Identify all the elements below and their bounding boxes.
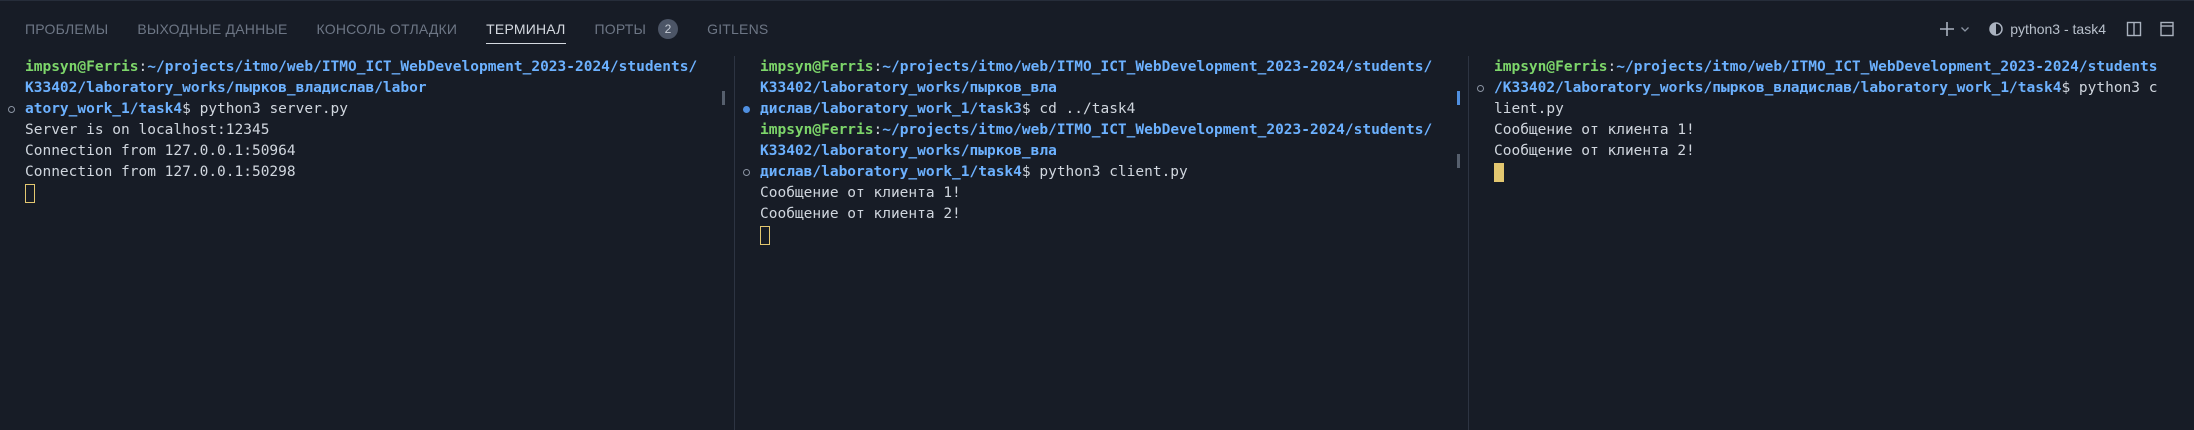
panel-actions: python3 - task4 [1938,1,2194,57]
chevron-down-icon[interactable] [1960,24,1970,34]
active-terminal-name[interactable]: python3 - task4 [2010,21,2106,37]
command-text: $ python3 c [2061,80,2158,96]
tab-problems[interactable]: ПРОБЛЕМЫ [25,1,108,57]
prompt-path: K33402/laboratory_works/пырков_вла [760,80,1057,96]
prompt-user: impsyn@Ferris [760,59,874,75]
terminal-pane-client-1[interactable]: impsyn@Ferris:~/projects/itmo/web/ITMO_I… [734,56,1468,430]
prompt-separator: : [138,59,148,75]
prompt-line: atory_work_1/task4$ python3 server.py [0,99,734,120]
tab-label: ВЫХОДНЫЕ ДАННЫЕ [137,21,288,37]
prompt-line: K33402/laboratory_works/пырков_вла [735,141,1468,162]
prompt-user: impsyn@Ferris [25,59,139,75]
command-decoration-icon[interactable] [743,106,750,113]
prompt-path: atory_work_1/task4 [25,101,183,117]
output-line: Сообщение от клиента 2! [760,206,961,222]
prompt-separator: : [1607,59,1617,75]
prompt-line: impsyn@Ferris:~/projects/itmo/web/ITMO_I… [1469,57,2194,78]
terminal-python-icon [1988,21,2004,37]
maximize-panel-icon[interactable] [2160,21,2174,37]
prompt-path: ~/projects/itmo/web/ITMO_ICT_WebDevelopm… [882,122,1433,138]
prompt-line: impsyn@Ferris:~/projects/itmo/web/ITMO_I… [735,120,1468,141]
prompt-line: дислав/laboratory_work_1/task3$ cd ../ta… [735,99,1468,120]
prompt-path: K33402/laboratory_works/пырков_владислав… [25,80,427,96]
command-wrap-line: lient.py [1494,101,1564,117]
prompt-path: дислав/laboratory_work_1/task4 [760,164,1022,180]
command-text: $ python3 client.py [1021,164,1188,180]
prompt-line: impsyn@Ferris:~/projects/itmo/web/ITMO_I… [0,57,734,78]
output-line: Server is on localhost:12345 [25,122,270,138]
tab-label: ТЕРМИНАЛ [486,21,566,37]
prompt-path: дислав/laboratory_work_1/task3 [760,101,1022,117]
tab-debug-console[interactable]: КОНСОЛЬ ОТЛАДКИ [317,1,458,57]
output-line: Connection from 127.0.0.1:50964 [25,143,296,159]
prompt-user: impsyn@Ferris [1494,59,1608,75]
terminal-pane-server[interactable]: impsyn@Ferris:~/projects/itmo/web/ITMO_I… [0,56,734,430]
tab-label: КОНСОЛЬ ОТЛАДКИ [316,21,458,37]
prompt-separator: : [873,59,883,75]
prompt-line: K33402/laboratory_works/пырков_владислав… [0,78,734,99]
prompt-line: /K33402/laboratory_works/пырков_владисла… [1469,78,2194,99]
output-line: Connection from 127.0.0.1:50298 [25,164,296,180]
prompt-separator: : [873,122,883,138]
command-text: $ python3 server.py [182,101,349,117]
tab-gitlens[interactable]: GITLENS [707,1,768,57]
terminal-cursor [760,226,770,245]
tab-ports[interactable]: ПОРТЫ 2 [595,1,679,57]
panel-tabs: ПРОБЛЕМЫ ВЫХОДНЫЕ ДАННЫЕ КОНСОЛЬ ОТЛАДКИ… [25,1,797,57]
output-line: Сообщение от клиента 1! [760,185,961,201]
output-line: Сообщение от клиента 2! [1494,143,1695,159]
scroll-marker [722,91,725,105]
command-decoration-icon[interactable] [1477,85,1484,92]
split-terminal-icon[interactable] [2126,21,2142,37]
tab-label: ПРОБЛЕМЫ [25,21,109,37]
output-line: Сообщение от клиента 1! [1494,122,1695,138]
prompt-path: ~/projects/itmo/web/ITMO_ICT_WebDevelopm… [1616,59,2158,75]
scroll-marker [1457,91,1460,105]
command-text: $ cd ../task4 [1021,101,1136,117]
prompt-path: ~/projects/itmo/web/ITMO_ICT_WebDevelopm… [147,59,698,75]
tab-terminal[interactable]: ТЕРМИНАЛ [486,1,566,57]
plus-icon[interactable] [1938,20,1956,38]
tab-output[interactable]: ВЫХОДНЫЕ ДАННЫЕ [137,1,287,57]
tab-label: ПОРТЫ [594,21,647,37]
terminal-cursor [25,184,35,203]
ports-count-badge: 2 [658,19,679,39]
prompt-path: /K33402/laboratory_works/пырков_владисла… [1494,80,2062,96]
prompt-line: impsyn@Ferris:~/projects/itmo/web/ITMO_I… [735,57,1468,78]
prompt-user: impsyn@Ferris [760,122,874,138]
prompt-path: ~/projects/itmo/web/ITMO_ICT_WebDevelopm… [882,59,1433,75]
prompt-line: дислав/laboratory_work_1/task4$ python3 … [735,162,1468,183]
terminal-pane-client-2[interactable]: impsyn@Ferris:~/projects/itmo/web/ITMO_I… [1468,56,2194,430]
scroll-marker [1457,154,1460,168]
tab-label: GITLENS [707,21,769,37]
prompt-path: K33402/laboratory_works/пырков_вла [760,143,1057,159]
prompt-line: K33402/laboratory_works/пырков_вла [735,78,1468,99]
command-decoration-icon[interactable] [743,169,750,176]
command-decoration-icon[interactable] [8,106,15,113]
terminal-cursor [1494,163,1504,182]
panel-header: ПРОБЛЕМЫ ВЫХОДНЫЕ ДАННЫЕ КОНСОЛЬ ОТЛАДКИ… [0,0,2194,56]
